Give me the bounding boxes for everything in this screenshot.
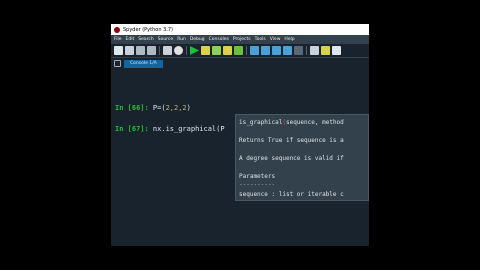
continue-icon[interactable] bbox=[283, 46, 292, 55]
expand-icon[interactable] bbox=[332, 46, 341, 55]
calltip-degree: A degree sequence is valid if bbox=[239, 155, 344, 162]
menu-tools[interactable]: Tools bbox=[255, 37, 266, 42]
menu-search[interactable]: Search bbox=[138, 37, 153, 42]
settings-icon[interactable] bbox=[310, 46, 319, 55]
spyder-window: Spyder (Python 3.7) File Edit Search Sou… bbox=[111, 24, 369, 246]
window-title: Spyder (Python 3.7) bbox=[123, 26, 173, 33]
python-path-icon[interactable] bbox=[321, 46, 330, 55]
toolbar-separator bbox=[186, 46, 187, 55]
menu-edit[interactable]: Edit bbox=[126, 37, 135, 42]
toolbar-separator bbox=[159, 46, 160, 55]
menu-debug[interactable]: Debug bbox=[190, 37, 205, 42]
menu-bar: File Edit Search Source Run Debug Consol… bbox=[111, 35, 369, 44]
step-icon[interactable] bbox=[250, 46, 259, 55]
menu-file[interactable]: File bbox=[114, 37, 122, 42]
calltip-returns: Returns True if sequence is a bbox=[239, 137, 344, 144]
calltip-param-sequence: sequence : list or iterable c bbox=[239, 191, 344, 198]
save-icon[interactable] bbox=[136, 46, 145, 55]
code-66-a: P=( bbox=[148, 104, 166, 112]
title-bar: Spyder (Python 3.7) bbox=[111, 24, 369, 35]
spyder-logo-icon bbox=[114, 26, 120, 33]
menu-run[interactable]: Run bbox=[177, 37, 186, 42]
calltip-params-heading: Parameters bbox=[239, 173, 276, 180]
new-file-icon[interactable] bbox=[114, 46, 123, 55]
menu-projects[interactable]: Projects bbox=[233, 37, 251, 42]
code-67[interactable]: nx.is_graphical(P bbox=[149, 125, 225, 133]
console-line-67: In [67]: nx.is_graphical(P bbox=[115, 125, 225, 133]
toolbar-separator bbox=[246, 46, 247, 55]
toolbar bbox=[111, 44, 369, 58]
stop-icon[interactable] bbox=[294, 46, 303, 55]
run-cell-advance-icon[interactable] bbox=[212, 46, 221, 55]
menu-consoles[interactable]: Consoles bbox=[209, 37, 229, 42]
run-selection-icon[interactable] bbox=[223, 46, 232, 55]
calltip-dashes: ---------- bbox=[239, 181, 276, 188]
run-icon[interactable] bbox=[190, 46, 199, 55]
code-66-nums: 2,2,2 bbox=[165, 104, 187, 112]
console-options-icon[interactable] bbox=[114, 60, 121, 67]
open-icon[interactable] bbox=[163, 46, 172, 55]
open-file-icon[interactable] bbox=[125, 46, 134, 55]
prompt-in-67: In [67]: bbox=[115, 125, 149, 133]
save-all-icon[interactable] bbox=[147, 46, 156, 55]
debug-icon[interactable] bbox=[234, 46, 243, 55]
toolbar-separator bbox=[306, 46, 307, 55]
console-tab-bar: Console 1/A bbox=[111, 58, 369, 68]
calltip-args: sequence, method bbox=[285, 119, 344, 126]
step-return-icon[interactable] bbox=[272, 46, 281, 55]
menu-source[interactable]: Source bbox=[158, 37, 173, 42]
calltip-signature: is_graphical(sequence, method bbox=[239, 119, 344, 126]
prompt-in-66: In [66]: bbox=[115, 104, 149, 112]
step-into-icon[interactable] bbox=[261, 46, 270, 55]
menu-help[interactable]: Help bbox=[284, 37, 294, 42]
email-icon[interactable] bbox=[174, 46, 183, 55]
calltip-func-name: is_graphical bbox=[239, 119, 283, 126]
calltip-popup: is_graphical(sequence, method Returns Tr… bbox=[235, 114, 369, 201]
tab-console-1[interactable]: Console 1/A bbox=[124, 60, 163, 68]
code-66-b: ) bbox=[186, 104, 191, 112]
menu-view[interactable]: View bbox=[270, 37, 281, 42]
run-cell-icon[interactable] bbox=[201, 46, 210, 55]
console-line-66: In [66]: P=(2,2,2) bbox=[115, 104, 191, 112]
